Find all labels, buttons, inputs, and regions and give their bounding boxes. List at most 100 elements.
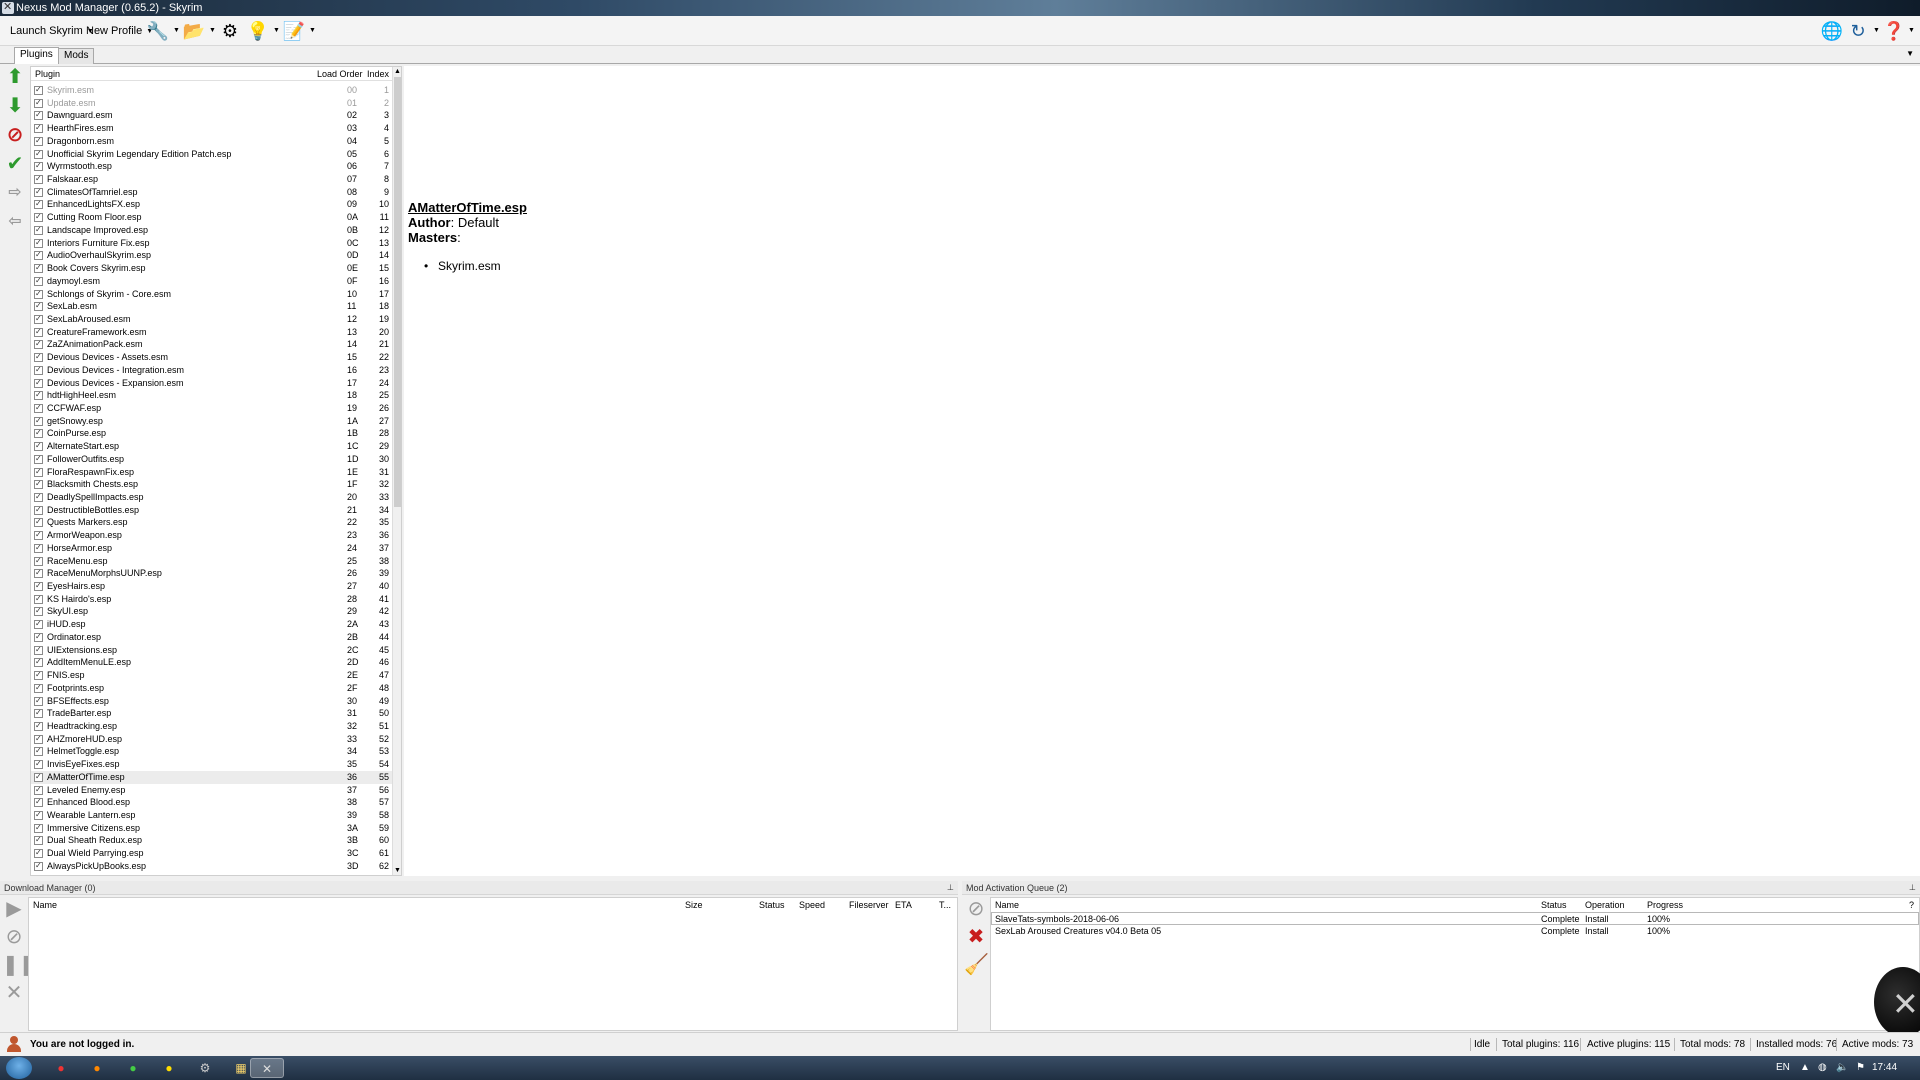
plugin-row[interactable]: FloraRespawnFix.esp1E31 xyxy=(31,466,393,478)
plugin-enabled-checkbox[interactable] xyxy=(34,249,43,262)
queue-row[interactable]: SexLab Aroused Creatures v04.0 Beta 05 C… xyxy=(991,925,1919,938)
plugin-row[interactable]: Unofficial Skyrim Legendary Edition Patc… xyxy=(31,148,393,160)
pin-icon[interactable]: ⊥ xyxy=(1909,881,1916,895)
plugin-row[interactable]: AlternateStart.esp1C29 xyxy=(31,440,393,453)
export-list-icon[interactable]: ⇨ xyxy=(3,181,27,205)
plugin-enabled-checkbox[interactable] xyxy=(34,822,43,834)
plugin-enabled-checkbox[interactable] xyxy=(34,809,43,822)
plugin-enabled-checkbox[interactable] xyxy=(34,148,43,160)
plugin-enabled-checkbox[interactable] xyxy=(34,478,43,491)
chevron-down-icon[interactable]: ▼ xyxy=(309,27,316,34)
plugin-row[interactable]: AudioOverhaulSkyrim.esp0D14 xyxy=(31,249,393,262)
plugin-row[interactable]: Wearable Lantern.esp3958 xyxy=(31,809,393,822)
plugin-row[interactable]: Enhanced Blood.esp3857 xyxy=(31,796,393,809)
plugin-enabled-checkbox[interactable] xyxy=(34,135,43,148)
scroll-thumb[interactable] xyxy=(394,77,401,507)
launch-game-button[interactable]: Launch Skyrim ▼ xyxy=(10,22,94,40)
plugin-row[interactable]: Dual Sheath Redux.esp3B60 xyxy=(31,834,393,847)
input-language[interactable]: EN xyxy=(1776,1056,1790,1080)
plugin-enabled-checkbox[interactable] xyxy=(34,695,43,707)
column-header-help[interactable]: ? xyxy=(1909,898,1914,912)
column-header-plugin[interactable]: Plugin xyxy=(35,67,60,81)
column-header-name[interactable]: Name xyxy=(33,898,57,912)
column-header-eta[interactable]: ETA xyxy=(895,898,912,912)
plugin-enabled-checkbox[interactable] xyxy=(34,491,43,504)
plugin-row[interactable]: hdtHighHeel.esm1825 xyxy=(31,389,393,402)
pin-icon[interactable]: ⊥ xyxy=(947,881,954,895)
plugin-row[interactable]: EnhancedLightsFX.esp0910 xyxy=(31,198,393,211)
plugin-enabled-checkbox[interactable] xyxy=(34,605,43,618)
tray-flag-icon[interactable]: ⚑ xyxy=(1856,1056,1865,1080)
plugin-row[interactable]: Headtracking.esp3251 xyxy=(31,720,393,733)
plugin-row[interactable]: CoinPurse.esp1B28 xyxy=(31,427,393,440)
plugin-enabled-checkbox[interactable] xyxy=(34,504,43,516)
plugin-row[interactable]: SexLabAroused.esm1219 xyxy=(31,313,393,326)
plugin-row[interactable]: Book Covers Skyrim.esp0E15 xyxy=(31,262,393,275)
tab-mods[interactable]: Mods xyxy=(58,48,95,64)
plugin-enabled-checkbox[interactable] xyxy=(34,262,43,275)
taskbar-clock[interactable]: 17:44 xyxy=(1872,1056,1897,1080)
plugin-enabled-checkbox[interactable] xyxy=(34,338,43,351)
plugin-row[interactable]: Devious Devices - Assets.esm1522 xyxy=(31,351,393,364)
plugin-row[interactable]: InvisEyeFixes.esp3554 xyxy=(31,758,393,771)
remove-queue-item-icon[interactable]: ✖ xyxy=(964,925,988,949)
clear-queue-broom-icon[interactable]: 🧹 xyxy=(964,953,989,977)
settings-gear-icon[interactable]: ⚙ xyxy=(218,20,242,42)
start-button-icon[interactable] xyxy=(6,1057,32,1079)
plugin-row[interactable]: HearthFires.esm034 xyxy=(31,122,393,135)
plugin-row[interactable]: SexLab.esm1118 xyxy=(31,300,393,313)
opera-browser-icon[interactable]: ● xyxy=(44,1058,78,1078)
plugin-enabled-checkbox[interactable] xyxy=(34,453,43,466)
plugin-row[interactable]: Skyrim.esm001 xyxy=(31,84,393,97)
plugin-row[interactable]: daymoyl.esm0F16 xyxy=(31,275,393,288)
plugin-row[interactable]: Leveled Enemy.esp3756 xyxy=(31,784,393,796)
plugin-enabled-checkbox[interactable] xyxy=(34,580,43,593)
plugin-enabled-checkbox[interactable] xyxy=(34,834,43,847)
plugin-enabled-checkbox[interactable] xyxy=(34,784,43,796)
firefox-browser-icon[interactable]: ● xyxy=(80,1058,114,1078)
plugin-row[interactable]: Wyrmstooth.esp067 xyxy=(31,160,393,173)
plugin-row[interactable]: Schlongs of Skyrim - Core.esm1017 xyxy=(31,288,393,300)
chevron-down-icon[interactable]: ▼ xyxy=(1908,27,1915,34)
plugin-row[interactable]: UIExtensions.esp2C45 xyxy=(31,644,393,656)
chevron-down-icon[interactable]: ▼ xyxy=(173,27,180,34)
chevron-down-icon[interactable]: ▼ xyxy=(209,27,216,34)
plugin-enabled-checkbox[interactable] xyxy=(34,415,43,427)
plugin-enabled-checkbox[interactable] xyxy=(34,555,43,567)
column-header-size[interactable]: Size xyxy=(685,898,703,912)
plugin-row[interactable]: AMatterOfTime.esp3655 xyxy=(31,770,393,784)
plugin-row[interactable]: BFSEffects.esp3049 xyxy=(31,695,393,707)
plugin-row[interactable]: DestructibleBottles.esp2134 xyxy=(31,504,393,516)
plugin-enabled-checkbox[interactable] xyxy=(34,529,43,542)
column-header-type[interactable]: T... xyxy=(939,898,951,912)
cancel-download-icon[interactable]: ⊘ xyxy=(2,925,26,949)
plugin-enabled-checkbox[interactable] xyxy=(34,109,43,122)
plugin-enabled-checkbox[interactable] xyxy=(34,160,43,173)
plugin-row[interactable]: Dragonborn.esm045 xyxy=(31,135,393,148)
chevron-down-icon[interactable]: ▼ xyxy=(1873,27,1880,34)
plugin-row[interactable]: Dual Wield Parrying.esp3C61 xyxy=(31,847,393,860)
profile-button[interactable]: New Profile ▼ xyxy=(86,22,153,40)
plugin-enabled-checkbox[interactable] xyxy=(34,173,43,186)
login-status[interactable]: You are not logged in. xyxy=(30,1033,134,1056)
chevron-down-icon[interactable]: ▼ xyxy=(1906,49,1914,58)
plugin-enabled-checkbox[interactable] xyxy=(34,631,43,644)
column-header-progress[interactable]: Progress xyxy=(1647,898,1683,912)
plugin-enabled-checkbox[interactable] xyxy=(34,402,43,415)
plugin-row[interactable]: FollowerOutfits.esp1D30 xyxy=(31,453,393,466)
plugin-enabled-checkbox[interactable] xyxy=(34,313,43,326)
plugin-row[interactable]: TradeBarter.esp3150 xyxy=(31,707,393,720)
plugin-enabled-checkbox[interactable] xyxy=(34,440,43,453)
import-list-icon[interactable]: ⇦ xyxy=(3,210,27,234)
plugin-row[interactable]: AlwaysPickUpBooks.esp3D62 xyxy=(31,860,393,873)
plugin-enabled-checkbox[interactable] xyxy=(34,186,43,198)
plugin-enabled-checkbox[interactable] xyxy=(34,733,43,745)
plugin-enabled-checkbox[interactable] xyxy=(34,122,43,135)
plugin-enabled-checkbox[interactable] xyxy=(34,618,43,631)
plugin-row[interactable]: RaceMenuMorphsUUNP.esp2639 xyxy=(31,567,393,580)
plugin-enabled-checkbox[interactable] xyxy=(34,644,43,656)
plugin-enabled-checkbox[interactable] xyxy=(34,466,43,478)
folder-icon[interactable]: 📂 xyxy=(182,20,206,42)
settings-app-icon[interactable]: ⚙ xyxy=(188,1058,222,1078)
plugin-enabled-checkbox[interactable] xyxy=(34,97,43,109)
